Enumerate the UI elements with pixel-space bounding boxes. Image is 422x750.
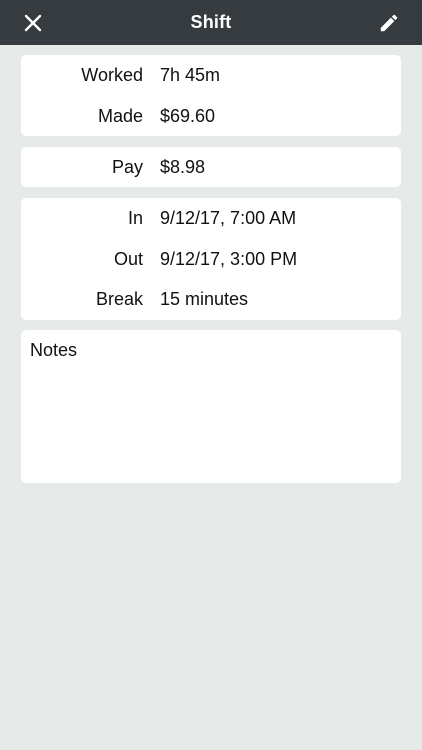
break-value: 15 minutes [160, 288, 249, 309]
times-card: In 9/12/17, 7:00 AM Out 9/12/17, 3:00 PM… [21, 198, 401, 320]
edit-button[interactable] [362, 0, 416, 45]
pay-label: Pay [111, 156, 143, 177]
made-label: Made [97, 105, 143, 126]
in-label: In [127, 207, 143, 228]
break-row[interactable]: Break 15 minutes [21, 287, 401, 311]
made-row: Made $69.60 [21, 104, 401, 128]
notes-title: Notes [30, 340, 78, 360]
notes-card[interactable]: Notes [21, 330, 401, 483]
in-row[interactable]: In 9/12/17, 7:00 AM [21, 206, 401, 230]
made-value: $69.60 [160, 105, 216, 126]
page-title: Shift [190, 12, 232, 32]
pay-value: $8.98 [160, 156, 206, 177]
out-value: 9/12/17, 3:00 PM [160, 248, 298, 269]
nav-bar: Shift [0, 0, 422, 45]
pencil-icon [380, 14, 398, 31]
break-label: Break [95, 288, 143, 309]
out-row[interactable]: Out 9/12/17, 3:00 PM [21, 247, 401, 271]
close-icon [24, 14, 42, 31]
out-label: Out [113, 248, 143, 269]
pay-row: Pay $8.98 [21, 155, 401, 179]
pay-card[interactable]: Pay $8.98 [21, 147, 401, 187]
worked-row: Worked 7h 45m [21, 63, 401, 87]
summary-card: Worked 7h 45m Made $69.60 [21, 55, 401, 136]
worked-value: 7h 45m [160, 64, 221, 85]
close-button[interactable] [6, 0, 60, 45]
worked-label: Worked [81, 64, 143, 85]
in-value: 9/12/17, 7:00 AM [160, 207, 297, 228]
